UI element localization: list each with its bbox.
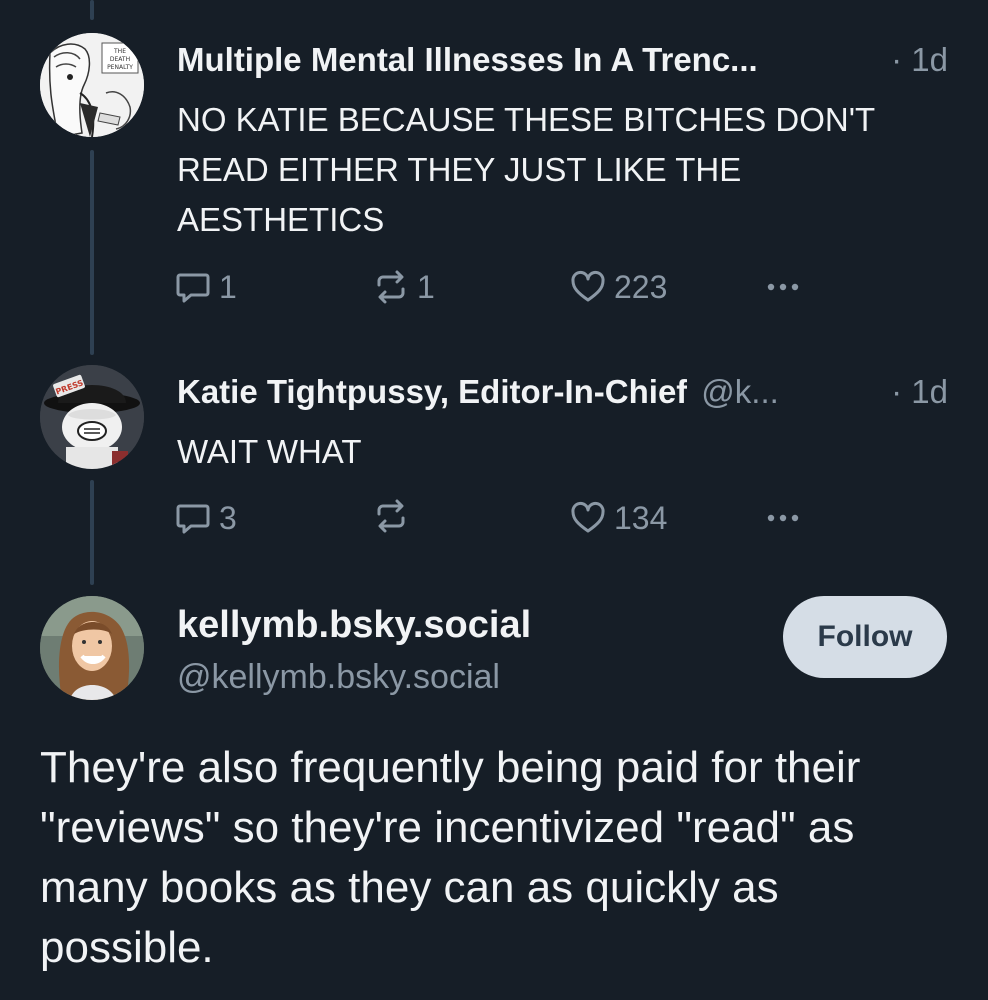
post-2-author[interactable]: Katie Tightpussy, Editor-In-Chief	[177, 372, 687, 412]
heart-icon	[571, 501, 605, 533]
post-1-author[interactable]: Multiple Mental Illnesses In A Trenc...	[177, 40, 758, 80]
post-1-header: Multiple Mental Illnesses In A Trenc... …	[177, 40, 948, 80]
post-2-actions: 3 134	[175, 498, 815, 538]
avatar-post-2[interactable]: PRESS	[40, 365, 144, 469]
heart-icon	[571, 270, 605, 302]
thread-line-top	[90, 0, 94, 20]
profile-photo-image	[40, 596, 144, 700]
main-post-display-name[interactable]: kellymb.bsky.social	[177, 604, 531, 647]
reply-button[interactable]: 1	[175, 267, 237, 307]
follow-button[interactable]: Follow	[783, 596, 947, 678]
svg-text:DEATH: DEATH	[110, 56, 130, 63]
like-button[interactable]: 134	[570, 498, 667, 538]
manga-avatar-image: THE DEATH PENALTY	[40, 33, 144, 137]
thread-line-2	[90, 480, 94, 585]
repost-icon	[377, 270, 405, 304]
main-post-text: They're also frequently being paid for t…	[40, 743, 861, 972]
reply-count: 3	[219, 500, 237, 536]
more-icon	[767, 514, 799, 522]
cartoon-avatar-image: PRESS	[40, 365, 144, 469]
avatar-main-post[interactable]	[40, 596, 144, 700]
repost-button[interactable]	[373, 498, 417, 534]
post-1-time[interactable]: · 1d	[881, 40, 948, 80]
post-2-header: Katie Tightpussy, Editor-In-Chief @k... …	[177, 372, 948, 412]
svg-text:PENALTY: PENALTY	[107, 64, 133, 71]
reply-count: 1	[219, 269, 237, 305]
like-count: 134	[614, 500, 668, 536]
repost-count: 1	[417, 269, 435, 305]
avatar-post-1[interactable]: THE DEATH PENALTY	[40, 33, 144, 137]
more-icon	[767, 283, 799, 291]
post-1-text: NO KATIE BECAUSE THESE BITCHES DON'T REA…	[177, 101, 875, 238]
reply-icon	[176, 504, 210, 534]
repost-button[interactable]: 1	[373, 267, 435, 307]
svg-text:THE: THE	[113, 48, 126, 55]
post-2-time[interactable]: · 1d	[881, 372, 948, 412]
more-button[interactable]	[765, 498, 801, 534]
post-2-text: WAIT WHAT	[177, 433, 362, 470]
like-count: 223	[614, 269, 668, 305]
post-2-handle[interactable]: @k...	[701, 372, 779, 412]
reply-icon	[176, 273, 210, 303]
reply-button[interactable]: 3	[175, 498, 237, 538]
repost-icon	[377, 499, 405, 533]
post-1-actions: 1 1 223	[175, 267, 815, 307]
thread-line-1	[90, 150, 94, 355]
main-post-handle[interactable]: @kellymb.bsky.social	[177, 658, 500, 697]
like-button[interactable]: 223	[570, 267, 667, 307]
more-button[interactable]	[765, 267, 801, 303]
